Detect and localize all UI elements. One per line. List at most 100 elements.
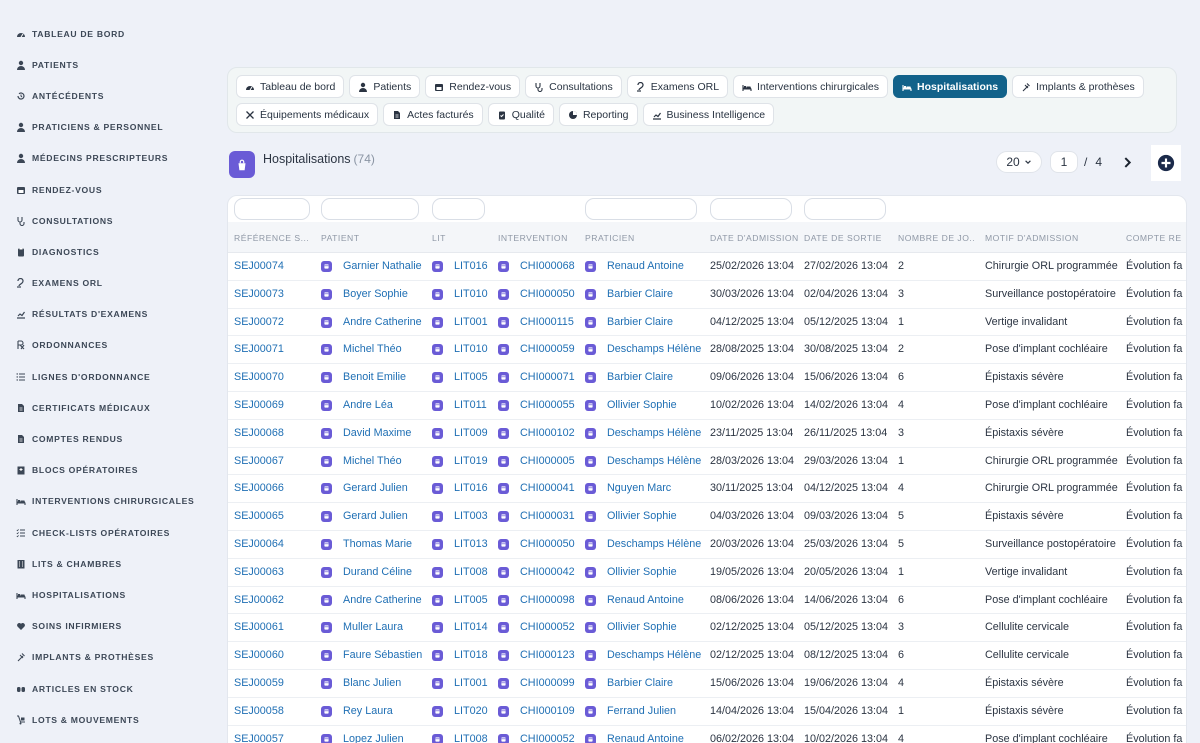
tab[interactable]: Reporting bbox=[558, 103, 638, 126]
table-cell[interactable]: Michel Théo bbox=[343, 455, 402, 467]
sidebar-item[interactable]: RÉSULTATS D'EXAMENS bbox=[0, 299, 200, 330]
table-cell[interactable]: SEJ00069 bbox=[234, 399, 284, 411]
tab[interactable]: Interventions chirurgicales bbox=[733, 75, 889, 98]
table-row[interactable]: SEJ00069 Andre Léa LIT011 CHI000055 Ollivier… bbox=[228, 392, 1186, 420]
filter-praticien-input[interactable] bbox=[585, 198, 697, 220]
sidebar-item[interactable]: COMPTES RENDUS bbox=[0, 423, 200, 454]
table-cell[interactable]: SEJ00070 bbox=[234, 371, 284, 383]
table-row[interactable]: SEJ00071 Michel Théo LIT010 CHI000059 Descha… bbox=[228, 336, 1186, 365]
table-cell[interactable]: Michel Théo bbox=[343, 343, 402, 355]
tab[interactable]: Consultations bbox=[525, 75, 622, 98]
table-cell[interactable]: Blanc Julien bbox=[343, 677, 401, 689]
sidebar-item[interactable]: TABLEAU DE BORD bbox=[0, 18, 200, 49]
filter-lit-input[interactable] bbox=[432, 198, 485, 220]
table-row[interactable]: SEJ00062 Andre Catherine LIT005 CHI000098 Re… bbox=[228, 587, 1186, 615]
table-cell[interactable]: Ollivier Sophie bbox=[607, 621, 677, 633]
table-cell[interactable]: David Maxime bbox=[343, 427, 411, 439]
table-cell[interactable]: LIT016 bbox=[454, 260, 488, 272]
table-cell[interactable]: CHI000005 bbox=[520, 455, 575, 467]
table-cell[interactable]: SEJ00061 bbox=[234, 621, 284, 633]
table-cell[interactable]: CHI000102 bbox=[520, 427, 575, 439]
sidebar-item[interactable]: LITS & CHAMBRES bbox=[0, 548, 200, 579]
sidebar-item[interactable]: PRATICIENS & PERSONNEL bbox=[0, 112, 200, 143]
table-cell[interactable]: Benoit Emilie bbox=[343, 371, 406, 383]
table-cell[interactable]: LIT001 bbox=[454, 677, 488, 689]
table-row[interactable]: SEJ00065 Gerard Julien LIT003 CHI000031 Olli… bbox=[228, 503, 1186, 531]
table-cell[interactable]: LIT005 bbox=[454, 594, 488, 606]
table-cell[interactable]: Renaud Antoine bbox=[607, 733, 684, 743]
sidebar-item[interactable]: ÉQUIPEMENTS MÉDICAUX bbox=[0, 735, 200, 743]
sidebar-item[interactable]: ARTICLES EN STOCK bbox=[0, 673, 200, 704]
table-cell[interactable]: Durand Céline bbox=[343, 566, 412, 578]
table-cell[interactable]: Garnier Nathalie bbox=[343, 260, 422, 272]
table-cell[interactable]: Rey Laura bbox=[343, 705, 393, 717]
column-header[interactable]: COMPTE RE bbox=[1126, 233, 1186, 243]
table-cell[interactable]: Renaud Antoine bbox=[607, 260, 684, 272]
table-cell[interactable]: Ollivier Sophie bbox=[607, 566, 677, 578]
table-cell[interactable]: LIT018 bbox=[454, 649, 488, 661]
table-cell[interactable]: Ferrand Julien bbox=[607, 705, 676, 717]
table-row[interactable]: SEJ00061 Muller Laura LIT014 CHI000052 Olliv… bbox=[228, 614, 1186, 643]
table-cell[interactable]: SEJ00058 bbox=[234, 705, 284, 717]
table-cell[interactable]: Deschamps Hélène bbox=[607, 343, 701, 355]
column-header[interactable]: DATE D'ADMISSION bbox=[710, 233, 800, 243]
table-cell[interactable]: CHI000059 bbox=[520, 343, 575, 355]
filter-patient-input[interactable] bbox=[321, 198, 419, 220]
table-cell[interactable]: SEJ00073 bbox=[234, 288, 284, 300]
sidebar-item[interactable]: SOINS INFIRMIERS bbox=[0, 611, 200, 642]
tab[interactable]: Actes facturés bbox=[383, 103, 483, 126]
table-cell[interactable]: Ollivier Sophie bbox=[607, 399, 677, 411]
table-cell[interactable]: Barbier Claire bbox=[607, 371, 673, 383]
tab[interactable]: Implants & prothèses bbox=[1012, 75, 1144, 98]
tab[interactable]: Tableau de bord bbox=[236, 75, 345, 98]
table-cell[interactable]: SEJ00072 bbox=[234, 316, 284, 328]
tab[interactable]: Équipements médicaux bbox=[236, 103, 379, 126]
table-cell[interactable]: SEJ00057 bbox=[234, 733, 284, 743]
table-cell[interactable]: LIT008 bbox=[454, 733, 488, 743]
page-number-input[interactable]: 1 bbox=[1050, 151, 1078, 173]
table-cell[interactable]: LIT001 bbox=[454, 316, 488, 328]
column-header[interactable]: INTERVENTION bbox=[498, 233, 578, 243]
table-cell[interactable]: LIT010 bbox=[454, 288, 488, 300]
table-cell[interactable]: Gerard Julien bbox=[343, 482, 408, 494]
sidebar-item[interactable]: LOTS & MOUVEMENTS bbox=[0, 704, 200, 735]
column-header[interactable]: PATIENT bbox=[321, 233, 421, 243]
table-cell[interactable]: Deschamps Hélène bbox=[607, 649, 701, 661]
table-cell[interactable]: Nguyen Marc bbox=[607, 482, 671, 494]
table-row[interactable]: SEJ00072 Andre Catherine LIT001 CHI000115 Ba… bbox=[228, 309, 1186, 337]
column-header[interactable]: NOMBRE DE JO... bbox=[898, 233, 976, 243]
table-row[interactable]: SEJ00059 Blanc Julien LIT001 CHI000099 Barbi… bbox=[228, 670, 1186, 698]
sidebar-item[interactable]: EXAMENS ORL bbox=[0, 268, 200, 299]
table-row[interactable]: SEJ00058 Rey Laura LIT020 CHI000109 Ferrand … bbox=[228, 698, 1186, 726]
sidebar-item[interactable]: BLOCS OPÉRATOIRES bbox=[0, 455, 200, 486]
table-cell[interactable]: SEJ00062 bbox=[234, 594, 284, 606]
table-cell[interactable]: CHI000050 bbox=[520, 288, 575, 300]
table-cell[interactable]: CHI000098 bbox=[520, 594, 575, 606]
table-cell[interactable]: CHI000050 bbox=[520, 538, 575, 550]
tab[interactable]: Rendez-vous bbox=[425, 75, 521, 98]
table-cell[interactable]: LIT014 bbox=[454, 621, 488, 633]
sidebar-item[interactable]: INTERVENTIONS CHIRURGICALES bbox=[0, 486, 200, 517]
table-cell[interactable]: LIT019 bbox=[454, 455, 488, 467]
tab[interactable]: Examens ORL bbox=[626, 75, 729, 98]
sidebar-item[interactable]: CHECK-LISTS OPÉRATOIRES bbox=[0, 517, 200, 548]
table-cell[interactable]: SEJ00074 bbox=[234, 260, 284, 272]
page-size-select[interactable]: 20 bbox=[996, 151, 1042, 173]
table-cell[interactable]: Lopez Julien bbox=[343, 733, 404, 743]
table-row[interactable]: SEJ00070 Benoit Emilie LIT005 CHI000071 Barb… bbox=[228, 364, 1186, 392]
table-row[interactable]: SEJ00060 Faure Sébastien LIT018 CHI000123 De… bbox=[228, 642, 1186, 670]
table-cell[interactable]: LIT009 bbox=[454, 427, 488, 439]
table-cell[interactable]: Deschamps Hélène bbox=[607, 427, 701, 439]
table-cell[interactable]: Andre Catherine bbox=[343, 594, 422, 606]
table-cell[interactable]: Andre Catherine bbox=[343, 316, 422, 328]
table-row[interactable]: SEJ00067 Michel Théo LIT019 CHI000005 Descha… bbox=[228, 448, 1186, 476]
table-row[interactable]: SEJ00073 Boyer Sophie LIT010 CHI000050 Barbi… bbox=[228, 281, 1186, 309]
table-cell[interactable]: SEJ00063 bbox=[234, 566, 284, 578]
sidebar-item[interactable]: LIGNES D'ORDONNANCE bbox=[0, 361, 200, 392]
table-cell[interactable]: CHI000071 bbox=[520, 371, 575, 383]
sidebar-item[interactable]: MÉDECINS PRESCRIPTEURS bbox=[0, 143, 200, 174]
table-cell[interactable]: CHI000052 bbox=[520, 733, 575, 743]
filter-reference-input[interactable] bbox=[234, 198, 310, 220]
table-cell[interactable]: SEJ00067 bbox=[234, 455, 284, 467]
column-header[interactable]: MOTIF D'ADMISSION bbox=[985, 233, 1120, 243]
